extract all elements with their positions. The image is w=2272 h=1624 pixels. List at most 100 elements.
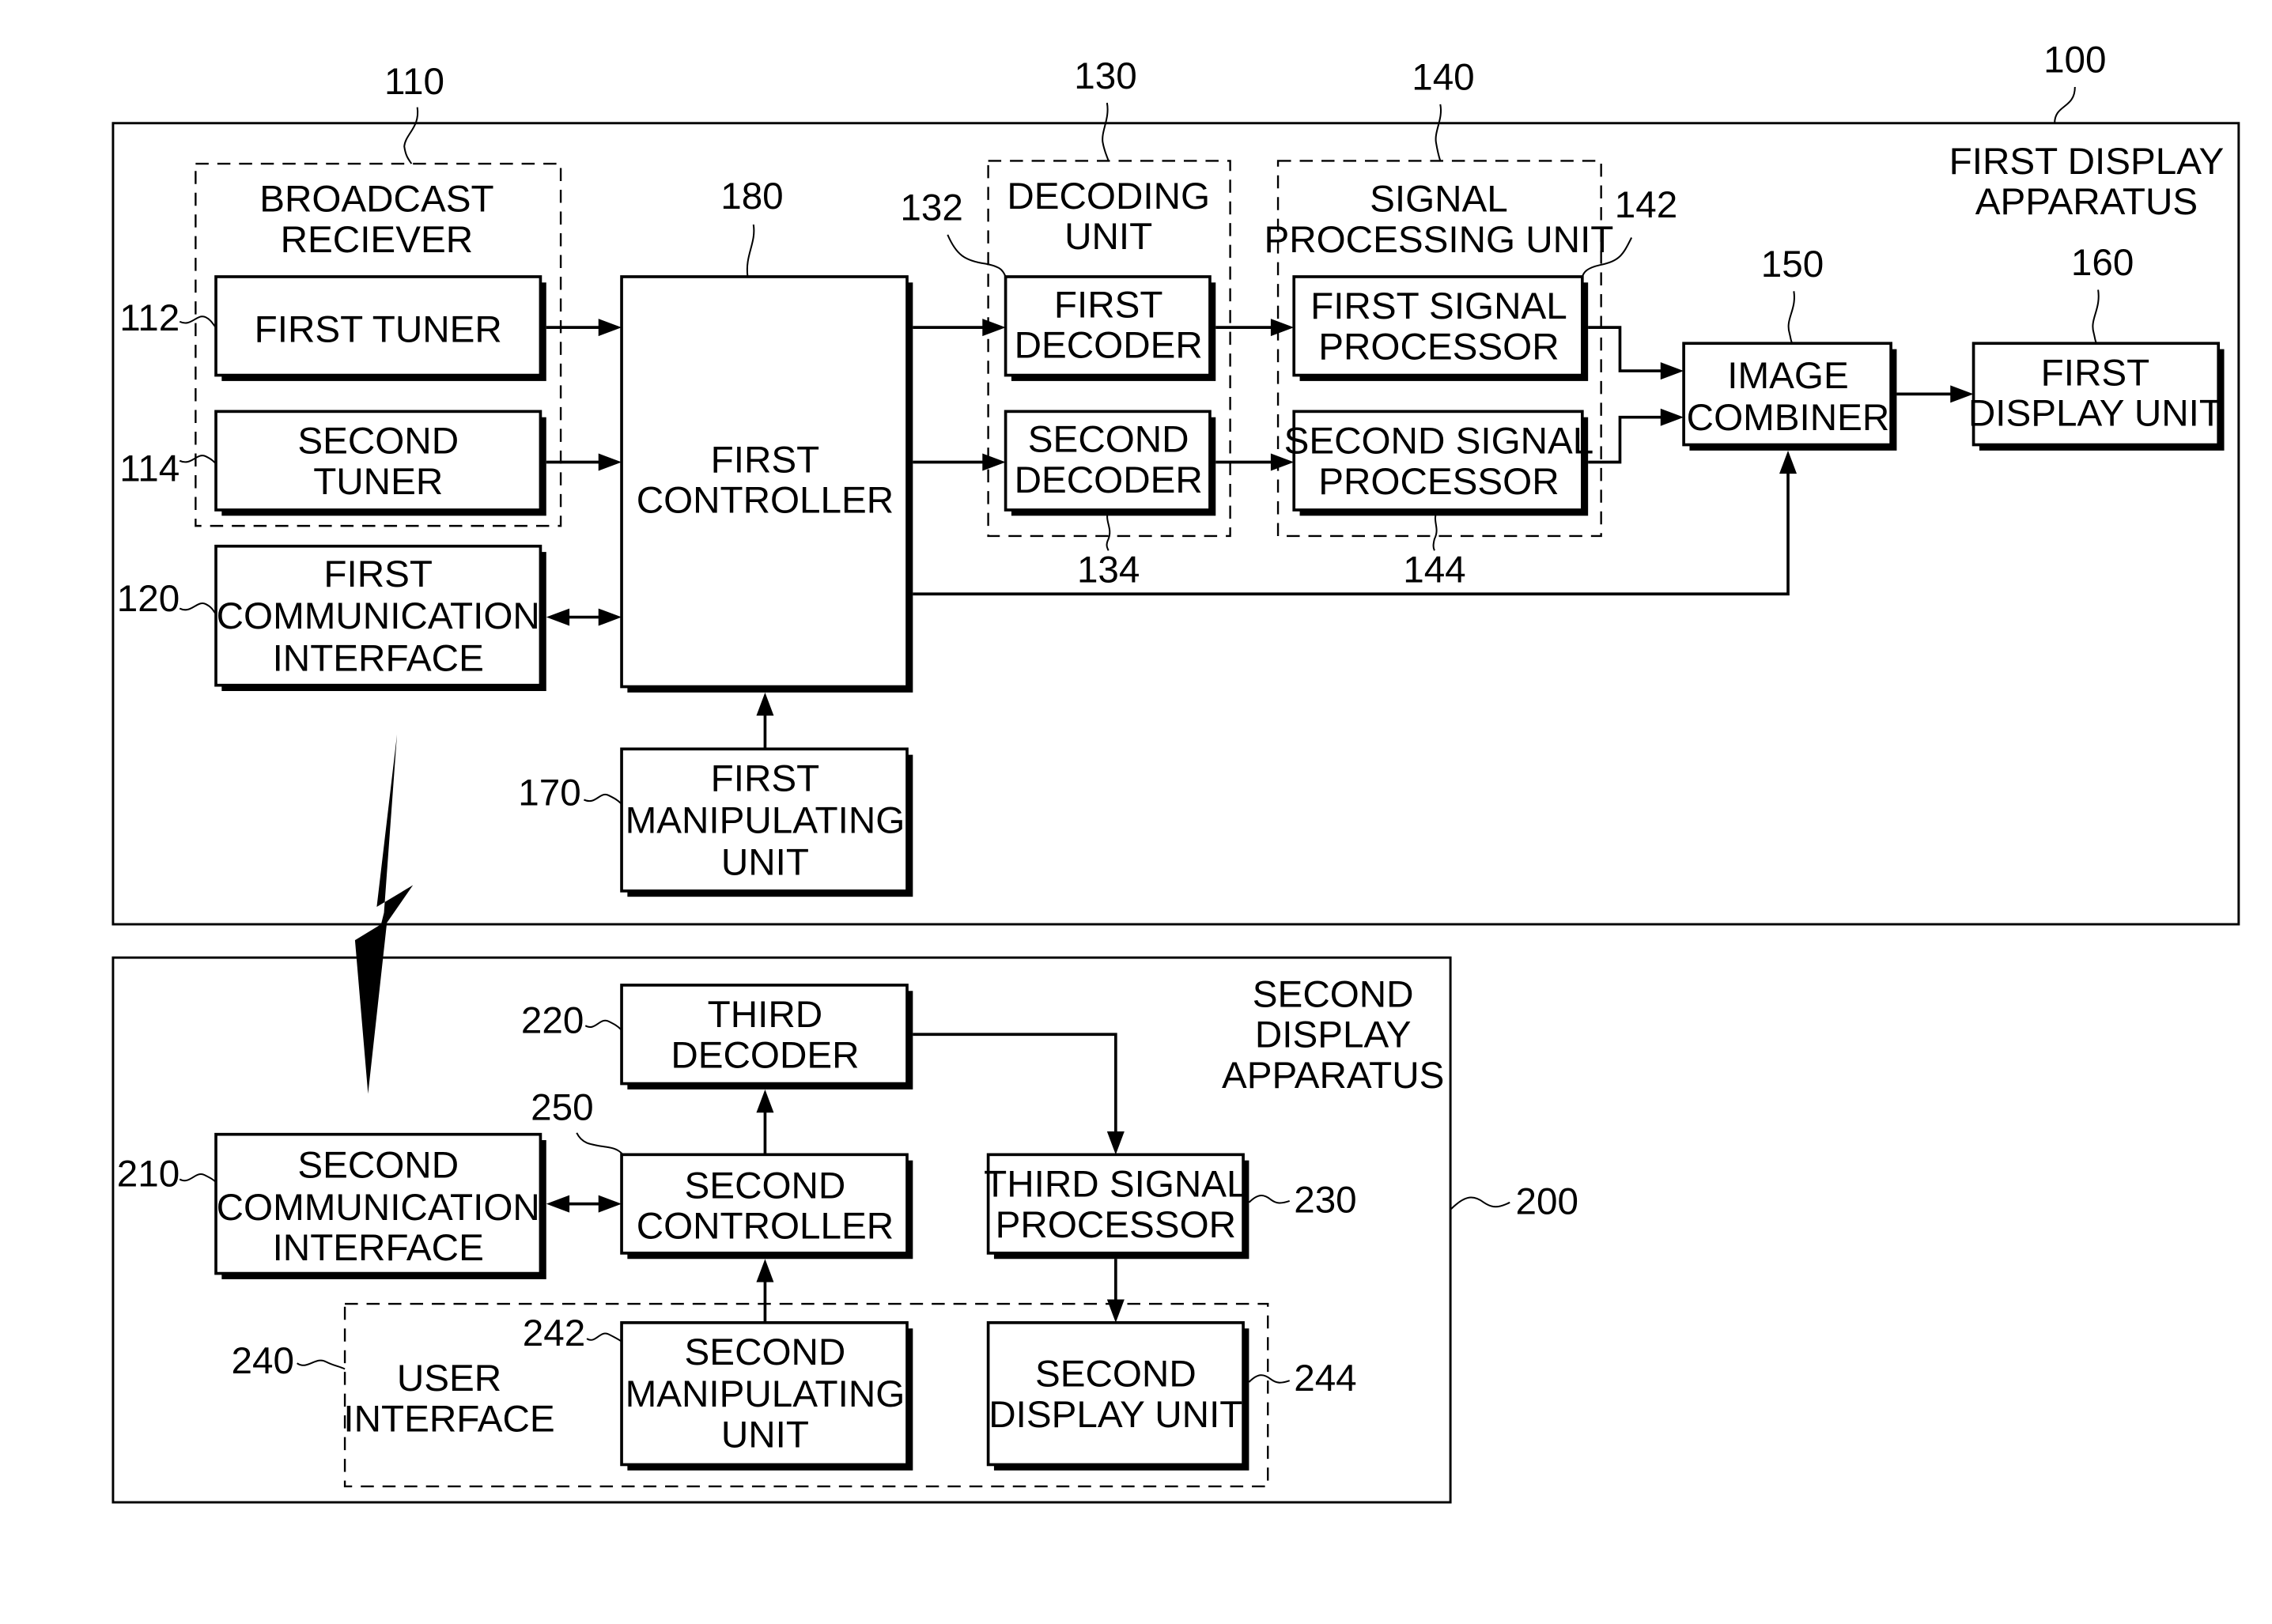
first-decoder-label-1: FIRST [1054, 284, 1163, 326]
ref-170: 170 [518, 772, 580, 814]
second-controller-label-2: CONTROLLER [637, 1206, 894, 1248]
first-sp-label-1: FIRST SIGNAL [1310, 285, 1567, 327]
first-sp-label-2: PROCESSOR [1318, 326, 1559, 368]
first-controller-block[interactable]: FIRST CONTROLLER 180 [620, 176, 913, 693]
broadcast-receiver-label-2: RECIEVER [281, 219, 473, 261]
ref-230: 230 [1294, 1180, 1356, 1222]
leader-130 [1102, 102, 1110, 161]
second-decoder-label-2: DECODER [1015, 459, 1203, 501]
second-manip-label-2: MANIPULATING [626, 1373, 905, 1415]
first-display-unit-block[interactable]: FIRST DISPLAY UNIT 160 [1968, 242, 2225, 451]
second-comm-label-1: SECOND [297, 1145, 459, 1187]
arrow-head [982, 319, 1006, 337]
second-display-unit-block[interactable]: SECOND DISPLAY UNIT 244 [986, 1321, 1357, 1471]
arrow-head [756, 692, 774, 716]
second-tuner-label-2: TUNER [313, 461, 443, 503]
ref-210: 210 [117, 1154, 180, 1195]
ref-180: 180 [720, 176, 783, 217]
ref-100: 100 [2043, 40, 2106, 81]
arrow-head [982, 453, 1006, 471]
signal-processing-unit-label-2: PROCESSING UNIT [1264, 219, 1613, 261]
arrow-head [546, 608, 570, 626]
third-decoder-label-2: DECODER [671, 1034, 859, 1076]
third-decoder-block[interactable]: THIRD DECODER 220 [521, 984, 913, 1090]
second-comm-label-2: COMMUNICATION [217, 1187, 540, 1229]
first-tuner-label: FIRST TUNER [255, 308, 502, 350]
ref-160: 160 [2071, 242, 2134, 284]
arrow-head [1106, 1299, 1125, 1323]
ref-150: 150 [1761, 244, 1824, 285]
image-combiner-label-1: IMAGE [1727, 355, 1848, 397]
first-display-label-1: FIRST [2041, 352, 2150, 394]
decoding-unit-label-2: UNIT [1064, 216, 1152, 258]
lightning-bolt-icon [354, 734, 414, 1094]
leader-132 [947, 234, 1007, 278]
ref-220: 220 [521, 999, 584, 1041]
ref-250: 250 [531, 1086, 593, 1128]
second-tuner-label-1: SECOND [297, 421, 459, 463]
image-combiner-label-2: COMBINER [1687, 397, 1890, 439]
apparatus-200-title-1: SECOND [1253, 973, 1414, 1015]
arrow-head [598, 319, 622, 337]
second-controller-block[interactable]: SECOND CONTROLLER 250 [531, 1086, 913, 1260]
user-interface-label-2: INTERFACE [343, 1398, 554, 1440]
leader-242 [586, 1332, 622, 1343]
apparatus-200-title-2: DISPLAY [1255, 1014, 1412, 1056]
arrow-head [1660, 408, 1684, 426]
first-comm-label-2: COMMUNICATION [217, 595, 540, 637]
leader-100 [2054, 86, 2076, 123]
broadcast-receiver-label-1: BROADCAST [259, 179, 493, 221]
second-decoder-label-1: SECOND [1028, 419, 1189, 461]
ref-120: 120 [117, 578, 180, 620]
third-signal-processor-block[interactable]: THIRD SIGNAL PROCESSOR 230 [984, 1153, 1357, 1260]
ref-240: 240 [231, 1340, 293, 1382]
second-decoder-block[interactable]: SECOND DECODER 134 [1004, 410, 1216, 591]
arrow-head [546, 1195, 570, 1213]
leader-150 [1787, 291, 1795, 344]
ref-134: 134 [1077, 550, 1140, 591]
second-comm-label-3: INTERFACE [273, 1227, 484, 1269]
ref-132: 132 [900, 187, 962, 229]
leader-180 [746, 224, 755, 278]
leader-134 [1106, 509, 1111, 551]
second-communication-interface-block[interactable]: SECOND COMMUNICATION INTERFACE 210 [117, 1132, 546, 1279]
first-manipulating-unit-block[interactable]: FIRST MANIPULATING UNIT 170 [518, 747, 913, 897]
arrow-head [1779, 450, 1798, 474]
decoding-unit-label-1: DECODING [1007, 176, 1210, 217]
second-manipulating-unit-block[interactable]: SECOND MANIPULATING UNIT 242 [523, 1312, 913, 1471]
first-communication-interface-block[interactable]: FIRST COMMUNICATION INTERFACE 120 [117, 544, 546, 692]
second-tuner-block[interactable]: SECOND TUNER 114 [119, 410, 546, 516]
arrow-head [1270, 319, 1295, 337]
leader-230 [1248, 1195, 1291, 1204]
leader-250 [576, 1132, 624, 1156]
arrow-head [598, 453, 622, 471]
apparatus-200-title-3: APPARATUS [1222, 1055, 1444, 1097]
ref-242: 242 [523, 1312, 585, 1354]
ref-110: 110 [384, 61, 444, 103]
arrow-head [598, 1195, 622, 1213]
image-combiner-block[interactable]: IMAGE COMBINER 150 [1682, 244, 1897, 451]
leader-170 [583, 793, 622, 805]
ref-130: 130 [1074, 55, 1136, 97]
leader-160 [2092, 289, 2100, 344]
ref-244: 244 [1294, 1358, 1356, 1399]
ref-200: 200 [1516, 1180, 1578, 1222]
second-manip-label-3: UNIT [721, 1414, 809, 1456]
leader-114 [179, 455, 217, 465]
first-comm-label-3: INTERFACE [273, 637, 484, 679]
first-comm-label-1: FIRST [323, 553, 433, 595]
first-controller-label-1: FIRST [711, 439, 820, 481]
ref-140: 140 [1412, 57, 1474, 99]
leader-112 [179, 315, 217, 328]
leader-210 [179, 1173, 217, 1183]
first-manip-label-2: MANIPULATING [626, 800, 905, 842]
second-signal-processor-block[interactable]: SECOND SIGNAL PROCESSOR 144 [1284, 410, 1594, 591]
user-interface-label-1: USER [397, 1358, 501, 1399]
second-sp-label-2: PROCESSOR [1318, 461, 1559, 503]
ref-114: 114 [119, 448, 180, 489]
leader-140 [1435, 104, 1442, 161]
first-tuner-block[interactable]: FIRST TUNER 112 [119, 275, 546, 381]
ref-144: 144 [1403, 550, 1465, 591]
leader-220 [584, 1019, 622, 1031]
first-decoder-label-2: DECODER [1015, 325, 1203, 367]
